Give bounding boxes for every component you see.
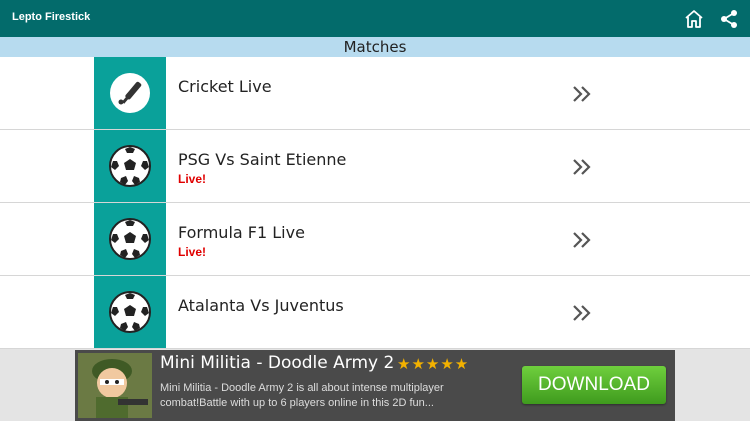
thumbnail <box>94 57 166 129</box>
list-item[interactable]: Atalanta Vs Juventus <box>0 276 750 349</box>
game-icon <box>78 353 152 418</box>
download-button[interactable]: DOWNLOAD <box>522 366 666 404</box>
rating-stars: ★★★★★ <box>397 355 470 373</box>
section-title: Matches <box>343 38 407 56</box>
soccer-ball-icon <box>109 145 151 187</box>
list-item[interactable]: Formula F1 Live Live! <box>0 203 750 276</box>
match-title: Formula F1 Live <box>178 223 305 242</box>
match-title: PSG Vs Saint Etienne <box>178 150 347 169</box>
match-title: Cricket Live <box>178 77 272 96</box>
thumbnail <box>94 276 166 348</box>
share-button[interactable] <box>716 6 742 32</box>
double-chevron-right-icon[interactable] <box>571 84 593 104</box>
live-badge: Live! <box>178 245 207 259</box>
list-item[interactable]: Cricket Live <box>0 57 750 130</box>
app-title: Lepto Firestick <box>12 11 91 23</box>
home-button[interactable] <box>681 6 707 32</box>
matches-list: Cricket Live PSG Vs Saint Etienne Live! <box>0 57 750 349</box>
list-item[interactable]: PSG Vs Saint Etienne Live! <box>0 130 750 203</box>
ad-title: Mini Militia - Doodle Army 2 <box>160 353 395 373</box>
ad-description: Mini Militia - Doodle Army 2 is all abou… <box>160 382 444 409</box>
home-icon <box>685 10 703 28</box>
share-icon <box>721 10 737 28</box>
double-chevron-right-icon[interactable] <box>571 303 593 323</box>
thumbnail <box>94 203 166 275</box>
double-chevron-right-icon[interactable] <box>571 230 593 250</box>
live-badge: Live! <box>178 172 207 186</box>
cricket-bat-icon <box>110 73 150 113</box>
soccer-ball-icon <box>109 291 151 333</box>
match-title: Atalanta Vs Juventus <box>178 296 344 315</box>
section-header: Matches <box>0 37 750 57</box>
ad-banner[interactable]: Mini Militia - Doodle Army 2 ★★★★★ Mini … <box>75 350 675 421</box>
app-bar: Lepto Firestick <box>0 0 750 37</box>
thumbnail <box>94 130 166 202</box>
double-chevron-right-icon[interactable] <box>571 157 593 177</box>
soccer-ball-icon <box>109 218 151 260</box>
